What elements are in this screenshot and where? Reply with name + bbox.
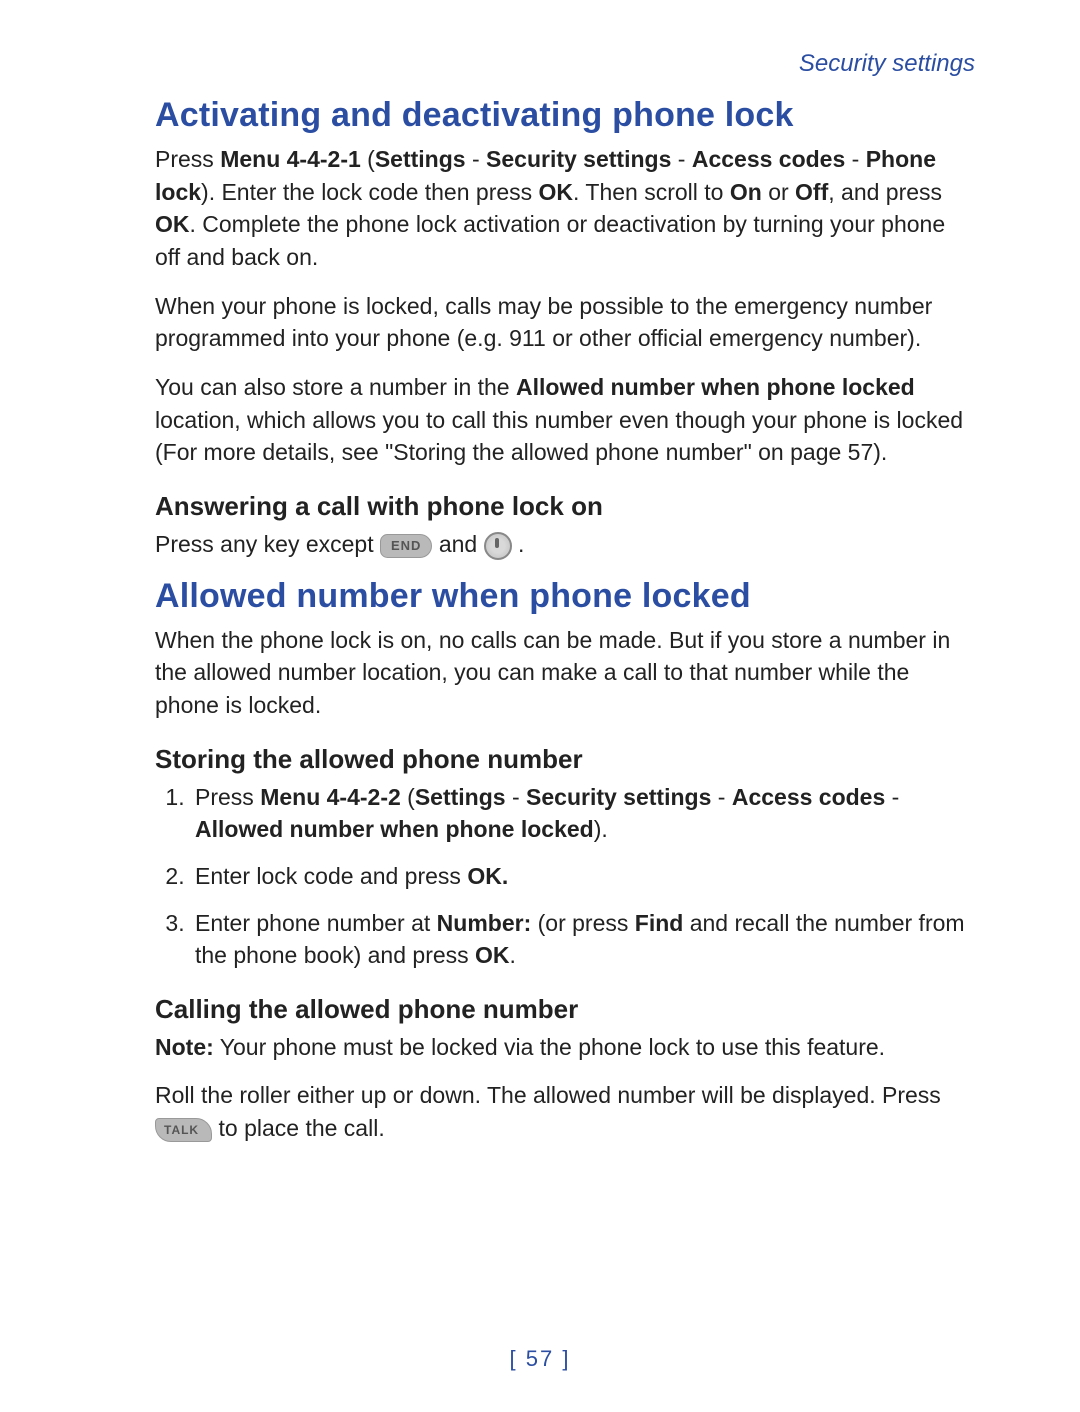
list-item: Enter lock code and press OK. [191,860,975,893]
list-item: Enter phone number at Number: (or press … [191,907,975,972]
heading-storing: Storing the allowed phone number [155,744,975,775]
heading-answering: Answering a call with phone lock on [155,491,975,522]
section-header: Security settings [155,50,975,78]
end-key-icon: END [380,534,432,558]
para-7: Roll the roller either up or down. The a… [155,1079,975,1144]
manual-page: Security settings Activating and deactiv… [0,0,1080,1412]
para-5: When the phone lock is on, no calls can … [155,624,975,722]
talk-key-icon: TALK [155,1118,212,1142]
para-6: Note: Your phone must be locked via the … [155,1031,975,1064]
heading-allowed: Allowed number when phone locked [155,577,975,616]
heading-calling: Calling the allowed phone number [155,994,975,1025]
para-4: Press any key except END and . [155,528,975,561]
list-item: Press Menu 4-4-2-2 (Settings - Security … [191,781,975,846]
power-key-icon [484,532,512,560]
heading-activating: Activating and deactivating phone lock [155,96,975,135]
para-2: When your phone is locked, calls may be … [155,290,975,355]
para-3: You can also store a number in the Allow… [155,371,975,469]
para-1: Press Menu 4-4-2-1 (Settings - Security … [155,143,975,274]
storing-steps: Press Menu 4-4-2-2 (Settings - Security … [155,781,975,972]
page-number: [ 57 ] [0,1346,1080,1372]
